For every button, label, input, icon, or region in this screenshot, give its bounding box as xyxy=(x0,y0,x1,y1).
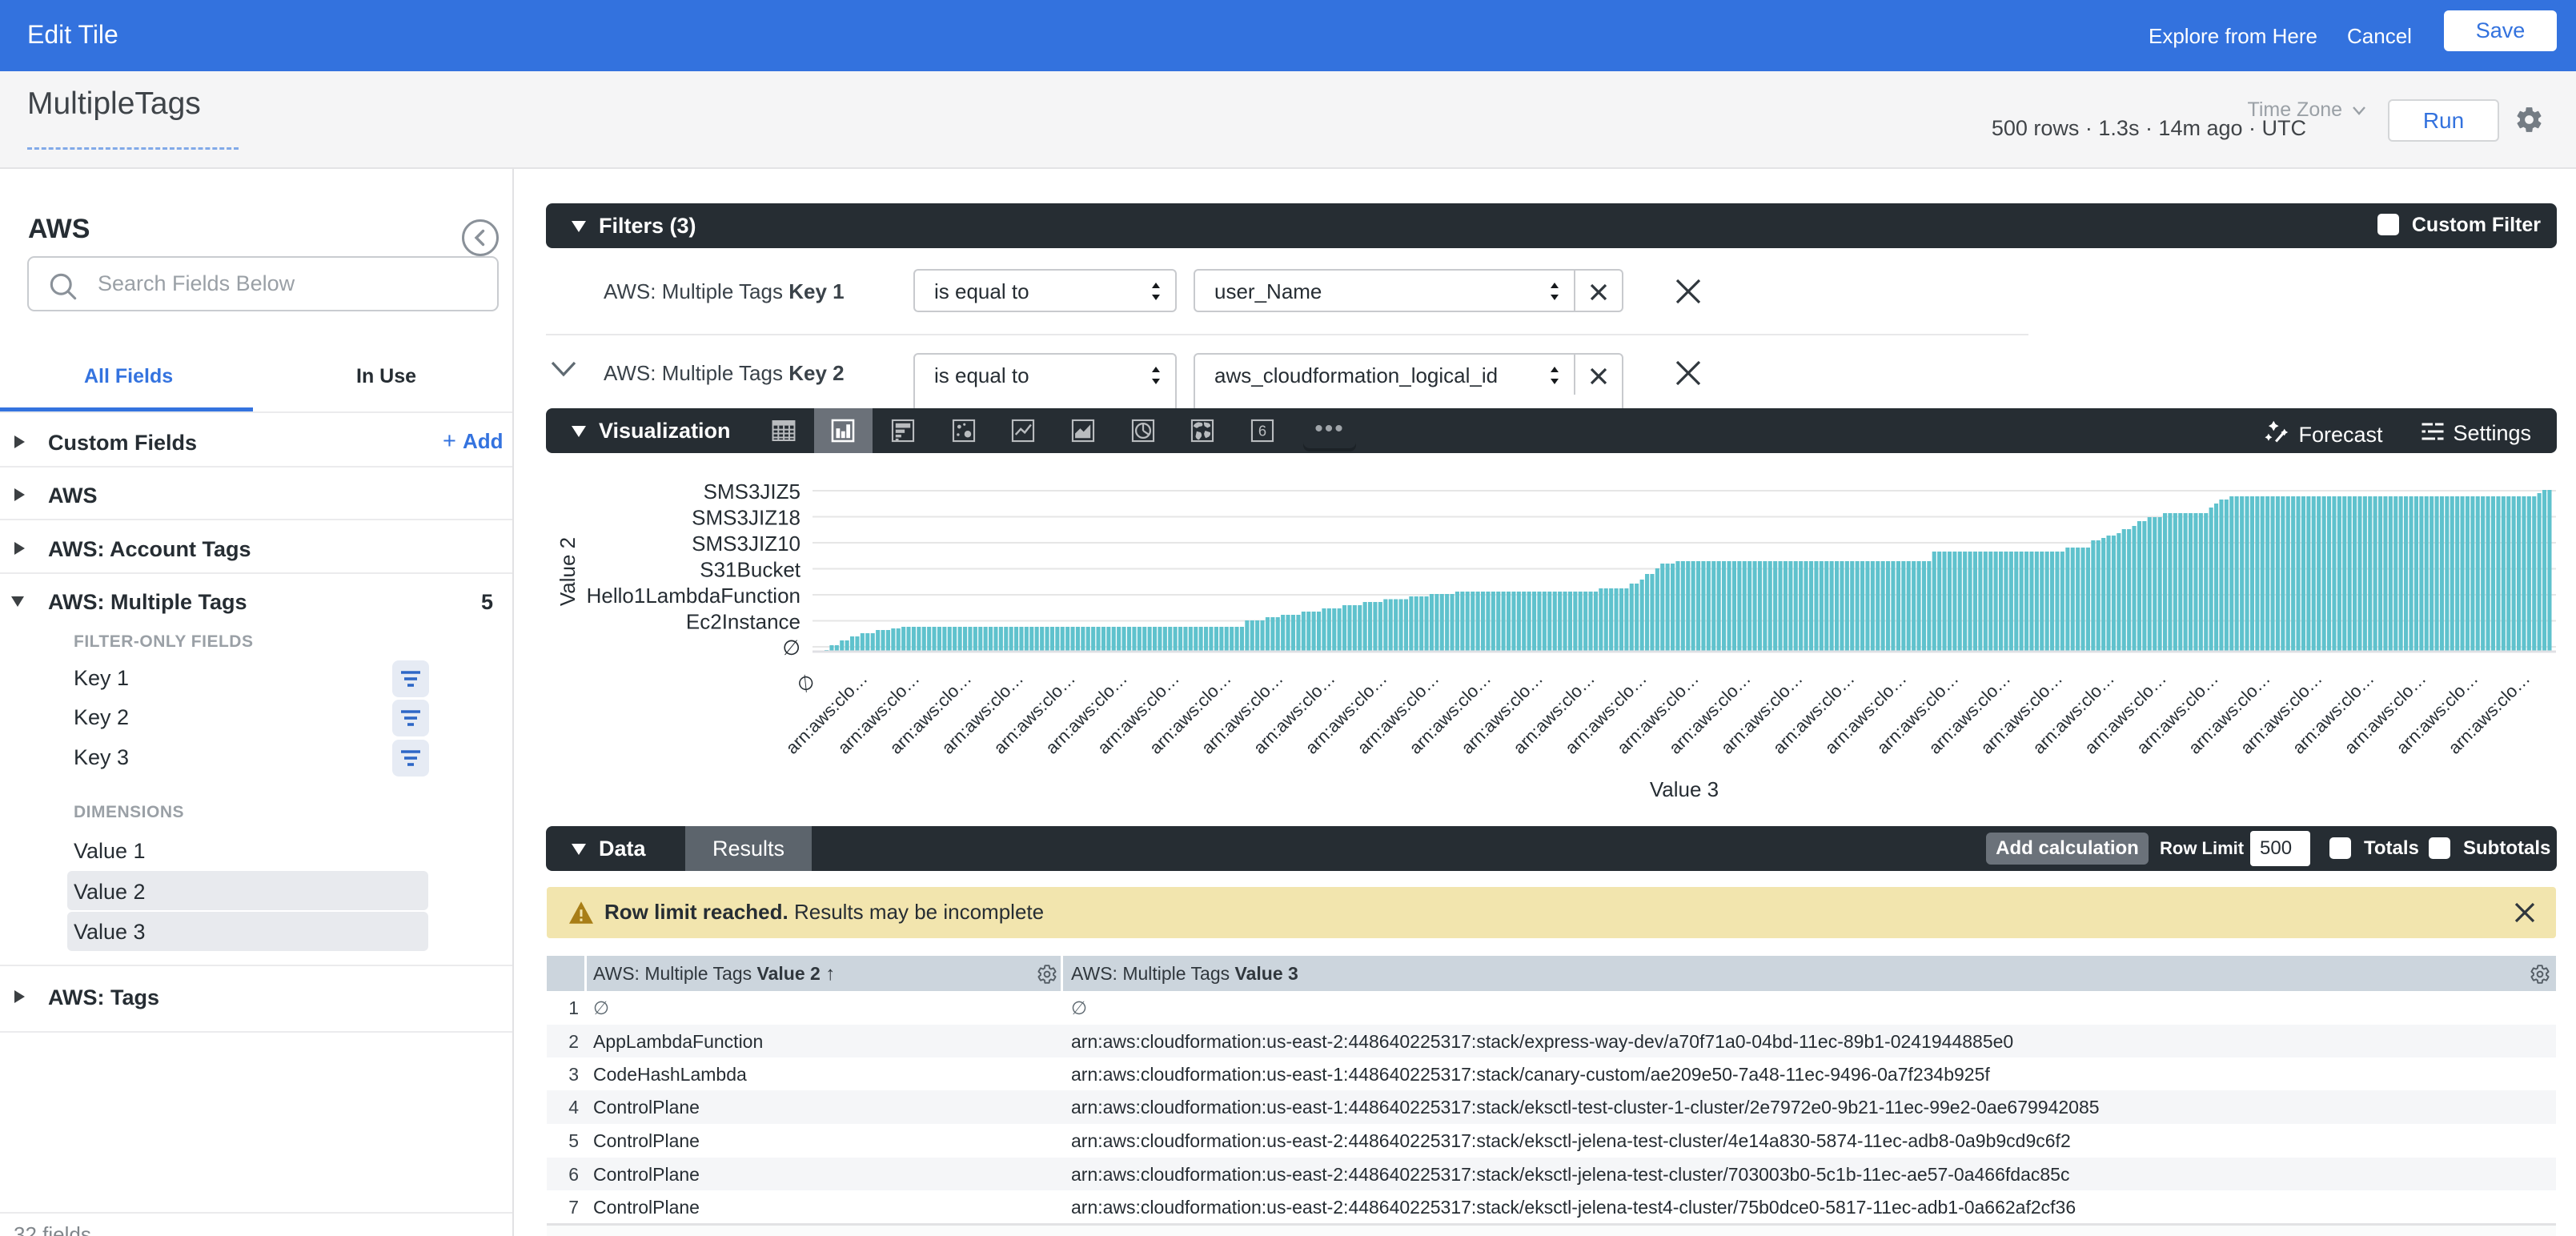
svg-text:SMS3JIZ5: SMS3JIZ5 xyxy=(704,480,800,504)
svg-text:S31Bucket: S31Bucket xyxy=(700,558,801,582)
svg-text:Hello1LambdaFunction: Hello1LambdaFunction xyxy=(587,584,800,608)
svg-text:SMS3JIZ10: SMS3JIZ10 xyxy=(692,532,800,556)
svg-text:Value 3: Value 3 xyxy=(1650,777,1719,801)
svg-text:∅: ∅ xyxy=(792,670,820,697)
svg-text:∅: ∅ xyxy=(782,636,800,660)
svg-text:Ec2Instance: Ec2Instance xyxy=(686,610,800,634)
svg-text:SMS3JIZ18: SMS3JIZ18 xyxy=(692,506,800,530)
svg-text:Value 2: Value 2 xyxy=(556,537,580,606)
svg-text:6: 6 xyxy=(1258,423,1266,439)
